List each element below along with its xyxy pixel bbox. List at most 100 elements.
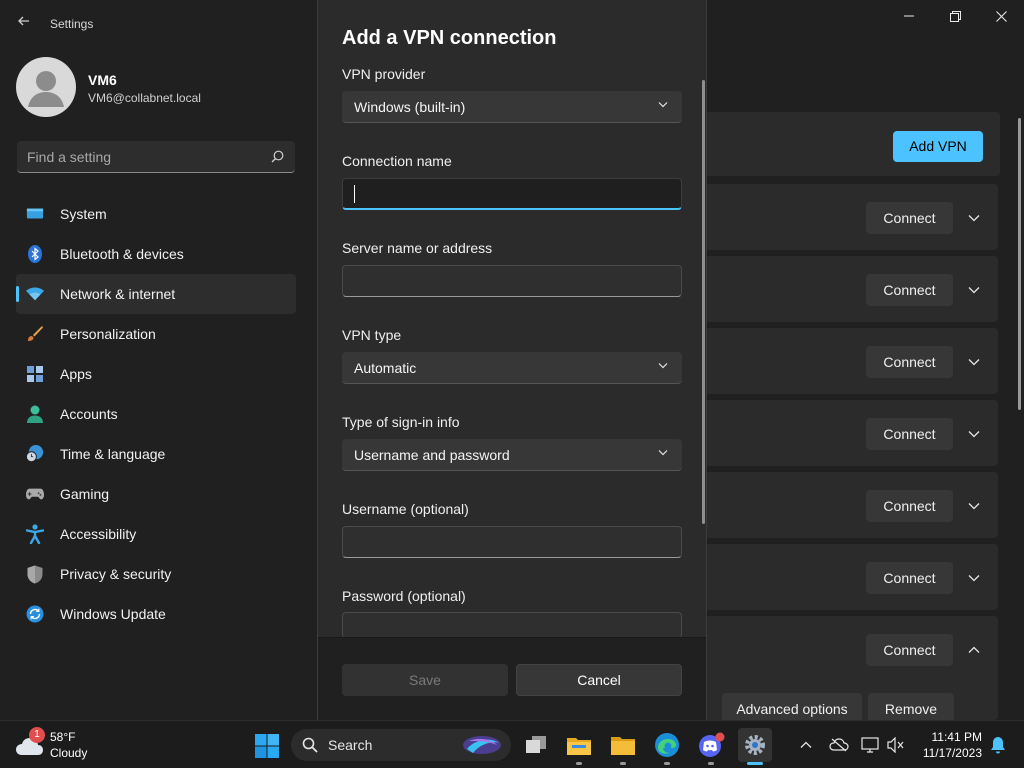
- sidebar-item-time-language[interactable]: Time & language: [16, 434, 296, 474]
- username-input[interactable]: [342, 526, 682, 558]
- sidebar-item-system[interactable]: System: [16, 194, 296, 234]
- server-address-input[interactable]: [342, 265, 682, 297]
- minimize-button[interactable]: [886, 0, 932, 32]
- accounts-icon: [26, 405, 44, 423]
- expand-button[interactable]: [964, 496, 984, 516]
- expand-button[interactable]: [964, 208, 984, 228]
- onedrive-tray-button[interactable]: [828, 735, 850, 755]
- collapse-button[interactable]: [964, 640, 984, 660]
- volume-tray-button[interactable]: [886, 735, 906, 755]
- sidebar-item-label: Personalization: [60, 326, 156, 342]
- vpn-connection-row[interactable]: [700, 400, 998, 466]
- vpn-connection-row[interactable]: [700, 184, 998, 250]
- connect-button[interactable]: Connect: [866, 202, 953, 234]
- add-vpn-button[interactable]: Add VPN: [893, 131, 983, 162]
- vpn-provider-dropdown[interactable]: Windows (built-in): [342, 91, 682, 123]
- sidebar-item-windows-update[interactable]: Windows Update: [16, 594, 296, 634]
- restore-button[interactable]: [932, 0, 978, 32]
- task-view-button[interactable]: [521, 730, 551, 760]
- close-button[interactable]: [978, 0, 1024, 32]
- clock-time[interactable]: 11:41 PM: [920, 730, 982, 744]
- sidebar-item-apps[interactable]: Apps: [16, 354, 296, 394]
- sidebar-item-accounts[interactable]: Accounts: [16, 394, 296, 434]
- edge-button[interactable]: [652, 730, 682, 760]
- network-monitor-icon: [861, 737, 879, 753]
- back-button[interactable]: [12, 13, 36, 35]
- expand-button[interactable]: [964, 568, 984, 588]
- settings-app-button[interactable]: [738, 728, 772, 762]
- password-input[interactable]: [342, 612, 682, 638]
- avatar[interactable]: [16, 57, 76, 117]
- notifications-button[interactable]: [988, 735, 1008, 755]
- add-vpn-dialog: Add a VPN connection VPN provider Window…: [317, 0, 707, 720]
- vpn-connection-row[interactable]: [700, 472, 998, 538]
- text-caret: [354, 185, 355, 203]
- back-arrow-icon: [18, 16, 29, 26]
- file-explorer-button[interactable]: [564, 730, 594, 760]
- sidebar-item-gaming[interactable]: Gaming: [16, 474, 296, 514]
- sidebar-item-label: System: [60, 206, 107, 222]
- discord-icon: [699, 732, 725, 757]
- vpn-connection-row[interactable]: [700, 544, 998, 610]
- sidebar-item-label: Accounts: [60, 406, 118, 422]
- expand-button[interactable]: [964, 280, 984, 300]
- sidebar-item-label: Windows Update: [60, 606, 166, 622]
- edge-icon: [655, 733, 679, 757]
- windows-start-icon[interactable]: [254, 733, 280, 759]
- sidebar-item-network[interactable]: Network & internet: [16, 274, 296, 314]
- dialog-scrollbar[interactable]: [702, 80, 705, 524]
- clock-globe-icon: [26, 445, 44, 463]
- folder-icon: [611, 737, 635, 755]
- clock-date[interactable]: 11/17/2023: [916, 746, 982, 760]
- connect-button[interactable]: Connect: [866, 418, 953, 450]
- brush-icon: [26, 325, 44, 343]
- restore-icon: [949, 10, 961, 22]
- sidebar-item-personalization[interactable]: Personalization: [16, 314, 296, 354]
- vpn-connection-row[interactable]: [700, 256, 998, 322]
- expand-button[interactable]: [964, 352, 984, 372]
- sidebar-item-bluetooth[interactable]: Bluetooth & devices: [16, 234, 296, 274]
- sidebar-item-label: Privacy & security: [60, 566, 172, 582]
- bluetooth-icon: [26, 245, 44, 263]
- signin-type-dropdown[interactable]: Username and password: [342, 439, 682, 471]
- search-icon: [302, 737, 318, 753]
- username-label: Username (optional): [342, 501, 469, 517]
- sidebar-item-label: Gaming: [60, 486, 110, 502]
- cancel-button[interactable]: Cancel: [516, 664, 682, 696]
- weather-description: Cloudy: [50, 746, 88, 760]
- connect-button[interactable]: Connect: [866, 490, 953, 522]
- taskbar-search[interactable]: Search: [291, 729, 511, 761]
- update-icon: [26, 605, 44, 623]
- vpn-connection-row[interactable]: [700, 328, 998, 394]
- vpn-provider-value: Windows (built-in): [354, 99, 466, 115]
- active-app-indicator: [747, 762, 763, 765]
- network-tray-button[interactable]: [860, 735, 880, 755]
- app-title: Settings: [50, 17, 94, 31]
- save-button[interactable]: Save: [342, 664, 508, 696]
- connect-button[interactable]: Connect: [866, 634, 953, 666]
- connect-button[interactable]: Connect: [866, 274, 953, 306]
- connection-name-input[interactable]: [342, 178, 682, 382]
- search-placeholder: Find a setting: [27, 149, 112, 165]
- weather-notification-badge: 1: [29, 727, 45, 743]
- show-hidden-icons-button[interactable]: [796, 735, 816, 755]
- chevron-up-icon: [968, 646, 980, 653]
- sidebar-item-privacy[interactable]: Privacy & security: [16, 554, 296, 594]
- page-scrollbar[interactable]: [1018, 118, 1021, 410]
- sidebar-nav: System Bluetooth & devices Network & int…: [16, 194, 296, 634]
- expand-button[interactable]: [964, 424, 984, 444]
- discord-button[interactable]: [696, 730, 726, 760]
- connect-button[interactable]: Connect: [866, 346, 953, 378]
- connect-button[interactable]: Connect: [866, 562, 953, 594]
- shield-icon: [26, 565, 44, 583]
- chevron-down-icon: [968, 359, 980, 366]
- sidebar-item-accessibility[interactable]: Accessibility: [16, 514, 296, 554]
- sidebar-item-label: Network & internet: [60, 286, 176, 302]
- sidebar-item-label: Apps: [60, 366, 92, 382]
- chevron-down-icon: [658, 363, 668, 369]
- vpn-type-dropdown[interactable]: Automatic: [342, 352, 682, 384]
- search-input[interactable]: Find a setting: [17, 141, 295, 173]
- folder-button[interactable]: [608, 730, 638, 760]
- settings-window: Settings VM6 VM6@collabnet.local Find a …: [0, 0, 1024, 768]
- taskbar-search-label: Search: [328, 737, 373, 753]
